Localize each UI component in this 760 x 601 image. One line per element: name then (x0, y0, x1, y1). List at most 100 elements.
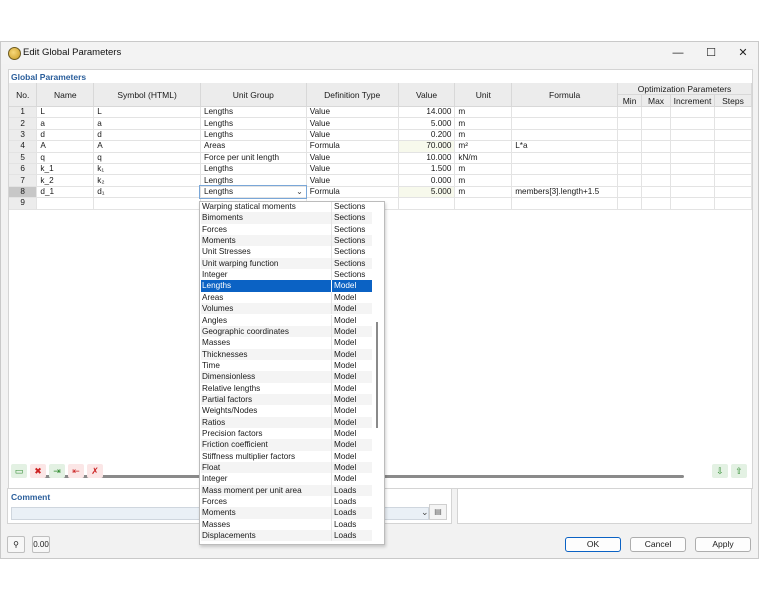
cell-increment[interactable] (670, 197, 715, 210)
cell-min[interactable] (617, 186, 643, 199)
units-icon[interactable]: 0.00 (32, 536, 50, 553)
close-button[interactable]: ✕ (728, 44, 758, 62)
dropdown-option[interactable]: Weights/Nodes Model (201, 405, 372, 417)
cell-increment[interactable] (670, 174, 715, 187)
cell-formula[interactable]: L*a (511, 140, 619, 153)
minimize-button[interactable]: — (663, 44, 693, 62)
dropdown-option[interactable]: Float Model (201, 462, 372, 474)
cell-name[interactable]: d (36, 129, 95, 142)
cell-name[interactable]: d_1 (36, 186, 95, 199)
cell-min[interactable] (617, 106, 643, 119)
cell-name[interactable]: a (36, 117, 95, 130)
cell-unit-group[interactable]: Lengths (200, 174, 307, 187)
cell-max[interactable] (641, 163, 671, 176)
dropdown-option[interactable]: Time Model (201, 359, 372, 372)
table-row[interactable]: 2 a a Lengths Value 5.000 m (9, 117, 753, 130)
table-row[interactable]: 6 k_1 k₁ Lengths Value 1.500 m (9, 163, 753, 176)
cell-steps[interactable] (714, 117, 753, 130)
cell-steps[interactable] (714, 174, 753, 187)
cell-symbol[interactable]: k₁ (93, 163, 201, 176)
dropdown-option[interactable]: Angles Model (201, 314, 372, 326)
dropdown-option[interactable]: Forces Sections (201, 223, 372, 236)
cell-increment[interactable] (670, 129, 715, 142)
cell-formula[interactable] (511, 129, 619, 142)
dropdown-option[interactable]: Partial factors Model (201, 393, 372, 406)
cell-increment[interactable] (670, 140, 715, 153)
cell-formula[interactable]: members[3].length+1.5 (511, 186, 619, 199)
cell-value[interactable]: 14.000 (398, 106, 456, 119)
cell-steps[interactable] (714, 129, 753, 142)
dropdown-option[interactable]: Precision factors Model (201, 428, 372, 440)
dropdown-option[interactable]: Forces Loads (201, 496, 372, 508)
cell-value[interactable]: 0.200 (398, 129, 456, 142)
cell-value[interactable]: 0.000 (398, 174, 456, 187)
dropdown-scrollbar[interactable] (376, 322, 378, 428)
cell-min[interactable] (617, 140, 643, 153)
cell-unit-group[interactable]: Lengths (200, 117, 307, 130)
cell-min[interactable] (617, 197, 643, 210)
cell-max[interactable] (641, 197, 671, 210)
apply-button[interactable]: Apply (695, 537, 751, 552)
cell-name[interactable]: k_1 (36, 163, 95, 176)
cell-max[interactable] (641, 186, 671, 199)
cell-name[interactable] (36, 197, 95, 210)
dropdown-option[interactable]: Relative lengths Model (201, 382, 372, 394)
cell-name[interactable]: L (36, 106, 95, 119)
cell-unit-group[interactable]: Lengths (200, 129, 307, 142)
dropdown-option[interactable]: Volumes Model (201, 303, 372, 315)
cell-increment[interactable] (670, 163, 715, 176)
col-header-formula[interactable]: Formula (511, 83, 619, 107)
dropdown-option[interactable]: Moments Loads (201, 507, 372, 519)
cell-definition-type[interactable]: Formula (306, 186, 399, 199)
table-row[interactable]: 5 q q Force per unit length Value 10.000… (9, 152, 753, 164)
dropdown-option[interactable]: Masses Loads (201, 518, 372, 531)
comment-library-button[interactable]: ▤ (429, 504, 447, 520)
cell-symbol[interactable]: a (93, 117, 201, 130)
cell-min[interactable] (617, 117, 643, 130)
cell-symbol[interactable] (93, 197, 201, 210)
col-header-min[interactable]: Min (617, 94, 643, 107)
move-up-icon[interactable]: ⇥ (49, 464, 65, 478)
cell-name[interactable]: A (36, 140, 95, 153)
col-header-max[interactable]: Max (641, 94, 671, 107)
export-icon[interactable]: ⇧ (731, 464, 747, 478)
cell-formula[interactable] (511, 117, 619, 130)
col-header-unit-group[interactable]: Unit Group (200, 83, 307, 107)
cell-name[interactable]: k_2 (36, 174, 95, 187)
cell-steps[interactable] (714, 152, 753, 164)
cell-formula[interactable] (511, 163, 619, 176)
cell-definition-type[interactable]: Value (306, 106, 399, 119)
maximize-button[interactable]: ☐ (696, 44, 726, 62)
cell-symbol[interactable]: d (93, 129, 201, 142)
cell-symbol[interactable]: q (93, 152, 201, 164)
chevron-down-icon[interactable]: ⌄ (296, 187, 303, 197)
unit-group-combobox[interactable]: Lengths ⌄ (199, 185, 308, 199)
cell-max[interactable] (641, 106, 671, 119)
table-row[interactable]: 7 k_2 k₂ Lengths Value 0.000 m (9, 174, 753, 187)
help-icon[interactable]: ⚲ (7, 536, 25, 553)
cell-formula[interactable] (511, 152, 619, 164)
chevron-down-icon[interactable]: ⌄ (421, 507, 429, 518)
table-row[interactable]: 4 A A Areas Formula 70.000 m² L*a (9, 140, 753, 153)
cell-unit-group[interactable]: Lengths (200, 106, 307, 119)
cell-value[interactable]: 5.000 (398, 186, 456, 199)
dropdown-option[interactable]: Unit Stresses Sections (201, 246, 372, 258)
cell-value[interactable]: 70.000 (398, 140, 456, 153)
cell-steps[interactable] (714, 106, 753, 119)
col-header-unit[interactable]: Unit (454, 83, 513, 107)
cell-symbol[interactable]: A (93, 140, 201, 153)
dropdown-option[interactable]: Friction coefficient Model (201, 439, 372, 451)
cell-symbol[interactable]: k₂ (93, 174, 201, 187)
cell-formula[interactable] (511, 174, 619, 187)
col-header-value[interactable]: Value (398, 83, 456, 107)
cell-max[interactable] (641, 140, 671, 153)
dropdown-option[interactable]: Moments Sections (201, 235, 372, 247)
col-header-name[interactable]: Name (36, 83, 95, 107)
cell-increment[interactable] (670, 186, 715, 199)
dropdown-option[interactable]: Lengths Model (201, 280, 372, 292)
table-row[interactable]: 1 L L Lengths Value 14.000 m (9, 106, 753, 119)
cell-steps[interactable] (714, 197, 753, 210)
cell-min[interactable] (617, 163, 643, 176)
cell-definition-type[interactable]: Value (306, 129, 399, 142)
col-header-definition-type[interactable]: Definition Type (306, 83, 399, 107)
